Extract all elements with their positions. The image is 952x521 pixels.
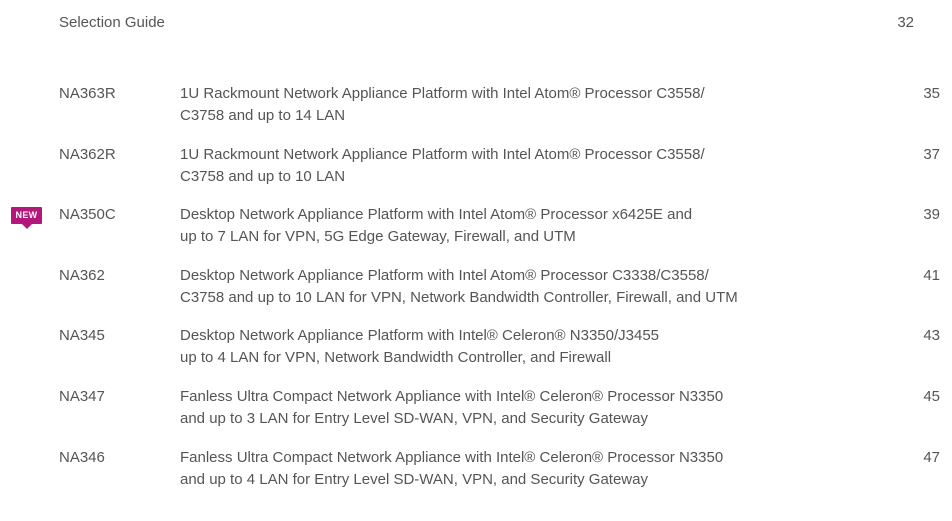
selection-guide-page-number: 32 (897, 14, 914, 31)
product-entry-na362[interactable]: NA362 Desktop Network Appliance Platform… (0, 265, 952, 326)
product-list: NA363R 1U Rackmount Network Appliance Pl… (0, 83, 952, 507)
product-description: Desktop Network Appliance Platform with … (180, 204, 880, 248)
product-model: NA362R (59, 145, 116, 163)
description-line-1: 1U Rackmount Network Appliance Platform … (180, 85, 705, 102)
description-line-1: 1U Rackmount Network Appliance Platform … (180, 145, 705, 163)
page-number: 41 (923, 266, 940, 284)
page-number: 47 (923, 448, 940, 466)
description-line-2: C3758 and up to 14 LAN (180, 107, 346, 124)
product-model: NA363R (59, 85, 116, 102)
selection-guide-row[interactable]: Selection Guide 32 (59, 12, 914, 34)
description-line-1: Desktop Network Appliance Platform with … (180, 327, 660, 345)
product-description: Desktop Network Appliance Platform with … (180, 265, 880, 309)
description-line-2: and up to 4 LAN for Entry Level SD-WAN, … (180, 470, 648, 488)
page-number: 35 (923, 85, 940, 102)
description-line-2: C3758 and up to 10 LAN for VPN, Network … (180, 288, 738, 306)
product-model: NA345 (59, 327, 105, 345)
product-model: NA362 (59, 266, 105, 284)
selection-guide-label: Selection Guide (59, 14, 165, 31)
product-description: Fanless Ultra Compact Network Appliance … (180, 447, 880, 491)
product-entry-na345[interactable]: NA345 Desktop Network Appliance Platform… (0, 325, 952, 386)
description-line-2: and up to 3 LAN for Entry Level SD-WAN, … (180, 409, 648, 427)
page-number: 43 (923, 327, 940, 345)
description-line-1: Fanless Ultra Compact Network Appliance … (180, 448, 724, 466)
product-model: NA350C (59, 206, 116, 224)
product-description: Desktop Network Appliance Platform with … (180, 325, 880, 369)
product-description: 1U Rackmount Network Appliance Platform … (180, 83, 880, 127)
new-badge: NEW (11, 207, 42, 230)
product-model: NA346 (59, 448, 105, 466)
product-entry-na362r[interactable]: NA362R 1U Rackmount Network Appliance Pl… (0, 144, 952, 205)
product-entry-na346[interactable]: NA346 Fanless Ultra Compact Network Appl… (0, 447, 952, 508)
product-entry-na350c[interactable]: NEW NA350C Desktop Network Appliance Pla… (0, 204, 952, 265)
page-number: 39 (923, 206, 940, 224)
description-line-1: Fanless Ultra Compact Network Appliance … (180, 387, 724, 405)
page-number: 45 (923, 387, 940, 405)
description-line-1: Desktop Network Appliance Platform with … (180, 266, 709, 284)
description-line-2: up to 4 LAN for VPN, Network Bandwidth C… (180, 349, 612, 367)
product-description: 1U Rackmount Network Appliance Platform … (180, 144, 880, 188)
description-line-2: C3758 and up to 10 LAN (180, 167, 346, 185)
product-entry-na363r[interactable]: NA363R 1U Rackmount Network Appliance Pl… (0, 83, 952, 144)
page-number: 37 (923, 145, 940, 163)
product-model: NA347 (59, 387, 105, 405)
description-line-1: Desktop Network Appliance Platform with … (180, 206, 693, 224)
description-line-2: up to 7 LAN for VPN, 5G Edge Gateway, Fi… (180, 228, 576, 246)
product-entry-na347[interactable]: NA347 Fanless Ultra Compact Network Appl… (0, 386, 952, 447)
product-description: Fanless Ultra Compact Network Appliance … (180, 386, 880, 430)
